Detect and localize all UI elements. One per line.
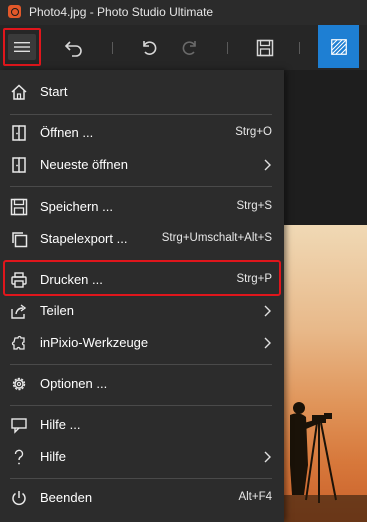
chevron-right-icon [264, 159, 271, 171]
menu-item-help-dialog[interactable]: Hilfe ... [0, 409, 284, 441]
undo-button[interactable] [56, 31, 92, 65]
toolbar [0, 25, 367, 70]
canvas-background [284, 70, 367, 225]
chevron-right-icon [264, 305, 271, 317]
chevron-right-icon [264, 451, 271, 463]
pattern-tool-icon [330, 38, 347, 55]
menu-item-open[interactable]: Öffnen ... Strg+O [0, 117, 284, 149]
power-icon [10, 489, 28, 507]
menu-divider [10, 405, 272, 406]
window-title: Photo4.jpg - Photo Studio Ultimate [29, 5, 214, 19]
recent-open-icon [10, 156, 28, 174]
menu-item-shortcut: Alt+F4 [238, 491, 272, 503]
pattern-tool-button[interactable] [318, 25, 359, 68]
menu-item-label: Speichern ... [40, 199, 113, 214]
menu-divider [10, 114, 272, 115]
menu-item-label: Start [40, 84, 68, 99]
menu-item-inpixio-tools[interactable]: inPixio-Werkzeuge [0, 327, 284, 359]
menu-item-shortcut: Strg+S [236, 200, 272, 212]
menu-divider [10, 478, 272, 479]
menu-item-label: Öffnen ... [40, 125, 94, 140]
menu-divider [10, 364, 272, 365]
open-icon [10, 124, 28, 142]
toolbar-separator [299, 42, 300, 54]
help-chat-icon [10, 416, 28, 434]
menu-item-help[interactable]: Hilfe [0, 441, 284, 473]
menu-item-label: Hilfe [40, 449, 67, 464]
menu-item-batch-export[interactable]: Stapelexport ... Strg+Umschalt+Alt+S [0, 223, 284, 255]
undo-step-icon [143, 41, 157, 55]
question-mark-icon [10, 448, 28, 466]
photographer-silhouette [284, 402, 367, 522]
menu-item-shortcut: Strg+Umschalt+Alt+S [161, 232, 272, 244]
main-menu-button[interactable] [3, 28, 41, 66]
menu-item-label: Neueste öffnen [40, 157, 128, 172]
undo-step-button[interactable] [131, 31, 167, 65]
menu-item-label: Optionen ... [40, 376, 108, 391]
menu-item-label: Beenden [40, 490, 93, 505]
menu-item-label: inPixio-Werkzeuge [40, 335, 149, 350]
menu-item-label: Teilen [40, 303, 74, 318]
save-icon [256, 39, 274, 57]
redo-button[interactable] [172, 31, 208, 65]
menu-item-recent[interactable]: Neueste öffnen [0, 149, 284, 181]
menu-item-shortcut: Strg+O [235, 126, 272, 138]
hamburger-icon [14, 42, 30, 52]
menu-item-label: Stapelexport ... [40, 231, 128, 246]
batch-export-icon [10, 230, 28, 248]
menu-item-options[interactable]: Optionen ... [0, 368, 284, 400]
main-menu: Start Öffnen ... Strg+O Neueste öffnen S… [0, 70, 284, 522]
undo-icon [64, 41, 82, 57]
toolbar-separator [227, 42, 228, 54]
save-icon [10, 198, 28, 216]
menu-item-label: Hilfe ... [40, 417, 81, 432]
save-toolbar-button[interactable] [247, 31, 283, 65]
photo-preview [284, 225, 367, 522]
chevron-right-icon [264, 337, 271, 349]
menu-item-start[interactable]: Start [0, 76, 284, 108]
toolbar-separator [112, 42, 113, 54]
puzzle-icon [10, 334, 28, 352]
share-icon [10, 302, 28, 320]
home-icon [10, 83, 28, 101]
redo-icon [182, 41, 196, 55]
menu-item-share[interactable]: Teilen [0, 295, 284, 327]
app-logo-icon [8, 5, 21, 18]
menu-item-exit[interactable]: Beenden Alt+F4 [0, 482, 284, 514]
print-highlight-frame [3, 260, 281, 296]
menu-item-save[interactable]: Speichern ... Strg+S [0, 191, 284, 223]
menu-divider [10, 186, 272, 187]
gear-icon [10, 375, 28, 393]
title-bar: Photo4.jpg - Photo Studio Ultimate [0, 0, 367, 25]
